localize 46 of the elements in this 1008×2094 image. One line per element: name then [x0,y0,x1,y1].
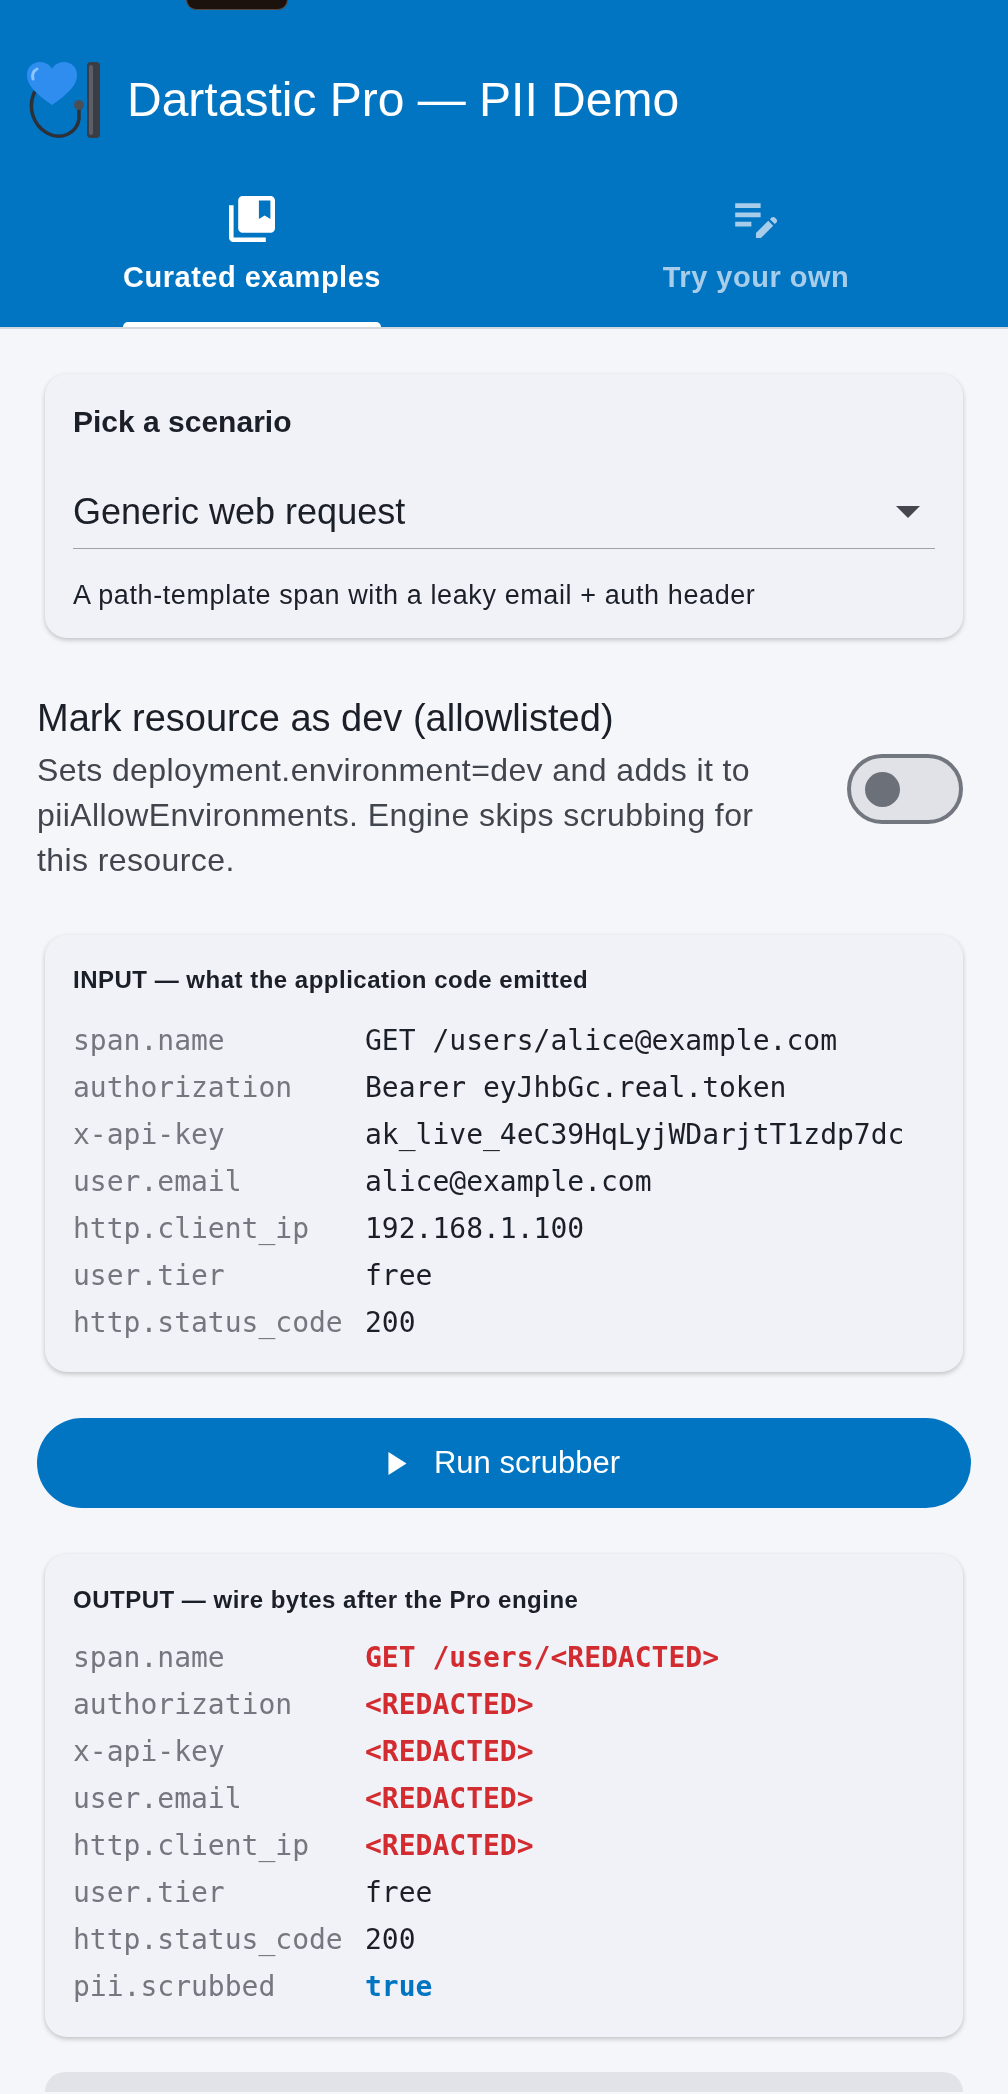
bookmark-stack-icon [229,196,275,242]
attribute-value: alice@example.com [365,1163,652,1200]
attribute-key: span.name [73,1636,225,1679]
attribute-key: x-api-key [73,1730,225,1773]
app-title: Dartastic Pro — PII Demo [127,76,680,124]
attribute-value: GET /users/<REDACTED> [365,1639,719,1676]
attribute-value: free [365,1257,433,1294]
scenario-dropdown[interactable]: Generic web request [73,461,935,549]
attribute-key: authorization [73,1683,293,1726]
attribute-value: 192.168.1.100 [365,1210,585,1247]
attribute-value: 200 [365,1921,416,1958]
attribute-key: http.status_code [73,1301,343,1344]
attribute-key: http.client_ip [73,1824,309,1867]
heart-stethoscope-icon [25,61,101,139]
attribute-key: user.tier [73,1254,225,1297]
attribute-key: http.status_code [73,1918,343,1961]
card-title: OUTPUT — wire bytes after the Pro engine [73,1585,579,1615]
card-title: INPUT — what the application code emitted [73,965,589,995]
tab[interactable]: Try your own [504,170,1008,327]
attribute-key: pii.scrubbed [73,1965,276,2008]
attribute-key: user.tier [73,1871,225,1914]
attribute-value: free [365,1874,433,1911]
attribute-key: user.email [73,1160,242,1203]
attribute-value: <REDACTED> [365,1827,534,1864]
attribute-value: 200 [365,1304,416,1341]
attribute-value: true [365,1968,433,2005]
toggle-title: Mark resource as dev (allowlisted) [37,696,614,741]
tab[interactable]: Curated examples [0,170,504,327]
attribute-value: <REDACTED> [365,1686,534,1723]
attribute-key: x-api-key [73,1113,225,1156]
play-icon [387,1451,407,1475]
attribute-value: ak_live_4eC39HqLyjWDarjtT1zdp7dc [365,1116,905,1153]
attribute-key: user.email [73,1777,242,1820]
attribute-key: span.name [73,1019,225,1062]
attribute-value: GET /users/alice@example.com [365,1022,837,1059]
attribute-value: Bearer eyJhbGc.real.token [365,1069,787,1106]
attribute-value: <REDACTED> [365,1780,534,1817]
card-title: Pick a scenario [73,405,292,439]
attribute-value: <REDACTED> [365,1733,534,1770]
attribute-key: authorization [73,1066,293,1109]
run-button[interactable]: Run scrubber [37,1418,971,1508]
notes-pencil-icon [735,200,777,238]
toggle-description: Sets deployment.environment=dev and adds it to piiAllowEnvironments. Engine skips scrubbing for this resource. [37,751,755,880]
caret-icon [896,505,920,518]
helper-text: A path-template span with a leaky email + auth header [73,579,756,611]
attribute-key: http.client_ip [73,1207,309,1250]
